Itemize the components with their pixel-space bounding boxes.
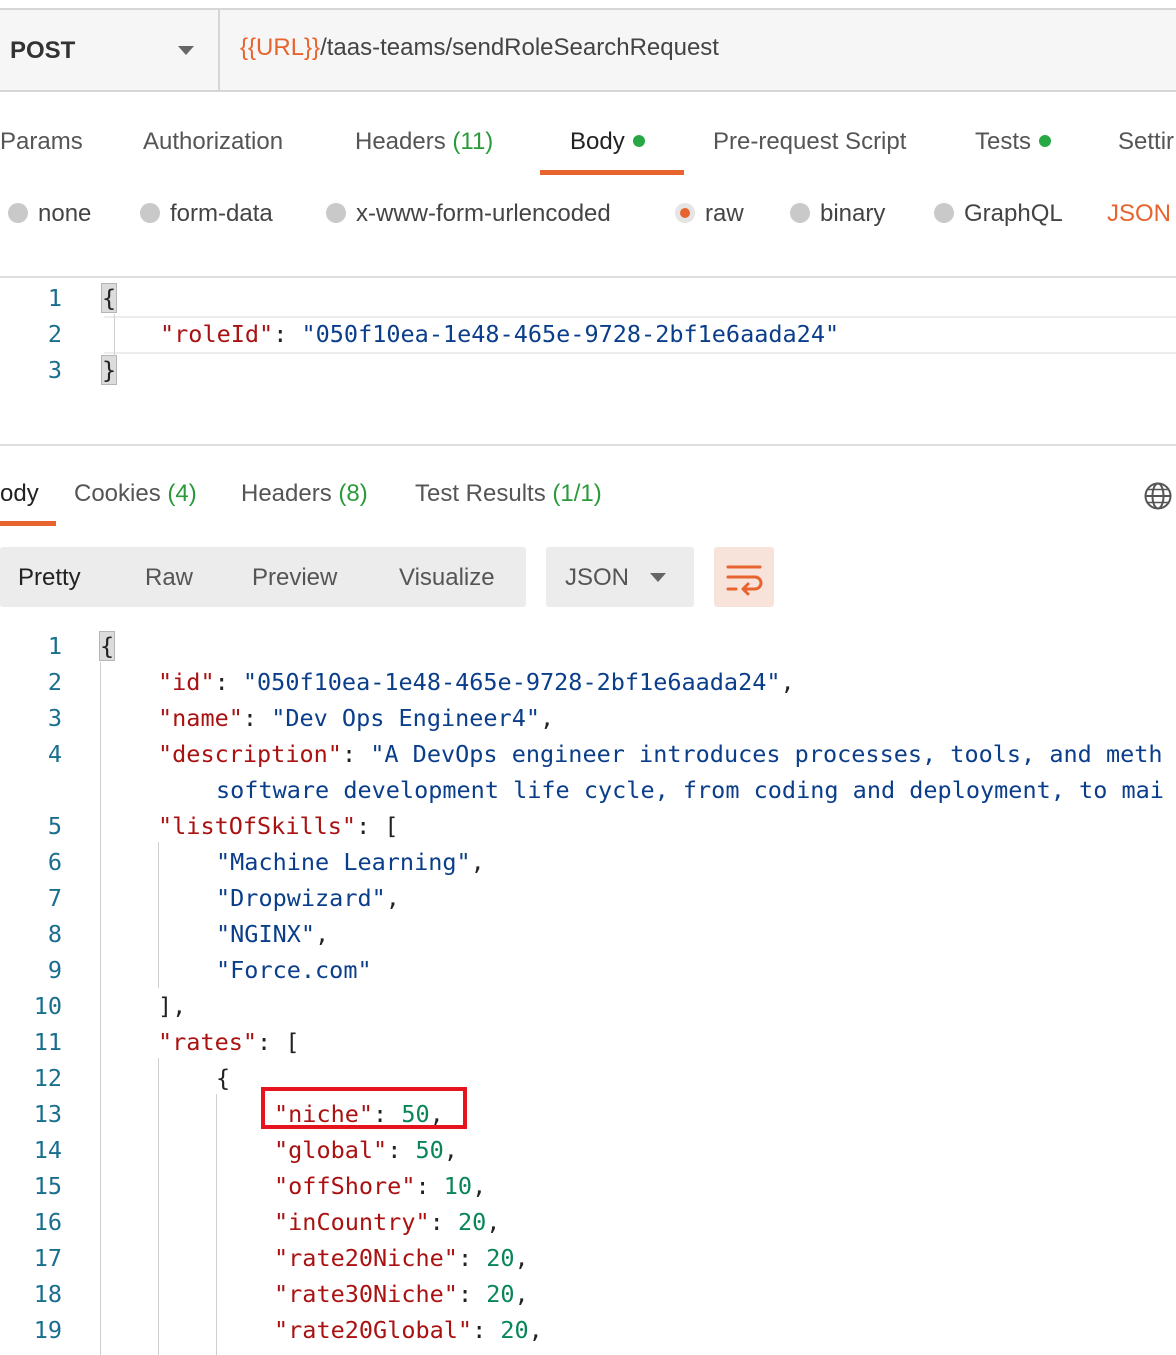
response-body-line: "rate20Global": 20, xyxy=(274,1316,543,1344)
view-pretty-button[interactable]: Pretty xyxy=(18,564,81,592)
response-body-line: "rate30Niche": 20, xyxy=(274,1280,529,1308)
radio-icon xyxy=(934,202,954,223)
divider xyxy=(0,276,1176,278)
tab-body[interactable]: Body xyxy=(570,128,645,156)
line-number: 11 xyxy=(33,1028,62,1056)
wrap-icon xyxy=(726,565,763,596)
chevron-down-icon xyxy=(178,46,194,55)
line-number: 3 xyxy=(47,356,62,384)
line-number: 5 xyxy=(47,812,62,840)
response-tab-headers[interactable]: Headers (8) xyxy=(241,480,368,508)
line-number: 9 xyxy=(47,956,62,984)
request-body-line: } xyxy=(100,355,118,385)
radio-none[interactable]: none xyxy=(8,200,91,228)
response-body-line: { xyxy=(216,1064,231,1092)
language-select[interactable]: JSON xyxy=(1107,200,1171,228)
response-body-line: "inCountry": 20, xyxy=(274,1208,501,1236)
line-number: 12 xyxy=(33,1064,62,1092)
request-body-editor[interactable]: { xyxy=(100,283,118,313)
tab-params[interactable]: Params xyxy=(0,128,83,156)
response-body-line: "Dropwizard", xyxy=(216,884,400,912)
indent-guide xyxy=(158,1058,159,1355)
tab-tests[interactable]: Tests xyxy=(975,128,1052,156)
status-dot xyxy=(632,134,645,147)
radio-urlencoded[interactable]: x-www-form-urlencoded xyxy=(326,200,611,228)
line-number: 10 xyxy=(33,992,62,1020)
line-number: 13 xyxy=(33,1100,62,1128)
line-number: 16 xyxy=(33,1208,62,1236)
tab-settings[interactable]: Settir xyxy=(1118,128,1174,156)
radio-raw[interactable]: raw xyxy=(675,200,744,228)
active-tab-indicator xyxy=(0,521,56,526)
response-body-line: ], xyxy=(158,992,187,1020)
line-number: 19 xyxy=(33,1316,62,1344)
format-select[interactable]: JSON xyxy=(546,547,694,607)
response-body-line: "Force.com" xyxy=(216,956,372,984)
radio-icon xyxy=(8,202,28,223)
active-tab-indicator xyxy=(540,170,684,175)
response-body-line: { xyxy=(98,631,116,661)
radio-icon xyxy=(790,202,810,223)
line-number: 1 xyxy=(47,284,62,312)
chevron-down-icon xyxy=(650,573,666,582)
status-dot xyxy=(1039,134,1052,147)
indent-guide xyxy=(158,842,159,988)
line-number: 17 xyxy=(33,1244,62,1272)
indent-guide xyxy=(114,314,115,356)
response-tab-cookies[interactable]: Cookies (4) xyxy=(74,480,197,508)
tab-authorization[interactable]: Authorization xyxy=(143,128,283,156)
radio-graphql[interactable]: GraphQL xyxy=(934,200,1063,228)
indent-guide xyxy=(100,662,101,1355)
view-preview-button[interactable]: Preview xyxy=(252,564,337,592)
response-body-line: software development life cycle, from co… xyxy=(216,776,1164,804)
response-body-line: "rate20Niche": 20, xyxy=(274,1244,529,1272)
divider xyxy=(0,444,1176,446)
radio-icon xyxy=(140,202,160,223)
globe-icon[interactable] xyxy=(1143,481,1173,511)
response-body-line: "name": "Dev Ops Engineer4", xyxy=(158,704,555,732)
url-input[interactable]: {{URL}}/taas-teams/sendRoleSearchRequest xyxy=(240,34,719,62)
indent-guide xyxy=(216,1094,217,1355)
response-body-line: "rates": [ xyxy=(158,1028,300,1056)
response-body-line: "offShore": 10, xyxy=(274,1172,487,1200)
response-body-line: "listOfSkills": [ xyxy=(158,812,399,840)
response-tab-body[interactable]: ody xyxy=(0,480,39,508)
response-body-line: "description": "A DevOps engineer introd… xyxy=(158,740,1163,768)
format-label: JSON xyxy=(565,564,630,591)
line-number: 1 xyxy=(47,632,62,660)
line-number: 18 xyxy=(33,1280,62,1308)
response-body-line: "id": "050f10ea-1e48-465e-9728-2bf1e6aad… xyxy=(158,668,795,696)
response-body-line: "Machine Learning", xyxy=(216,848,485,876)
request-body-line: "roleId": "050f10ea-1e48-465e-9728-2bf1e… xyxy=(160,320,840,348)
line-number: 2 xyxy=(47,320,62,348)
line-number: 6 xyxy=(47,848,62,876)
url-path: /taas-teams/sendRoleSearchRequest xyxy=(320,34,719,61)
annotation-highlight-box xyxy=(261,1087,467,1129)
line-number: 15 xyxy=(33,1172,62,1200)
line-number: 14 xyxy=(33,1136,62,1164)
line-number: 3 xyxy=(47,704,62,732)
radio-icon xyxy=(326,202,346,223)
radio-form-data[interactable]: form-data xyxy=(140,200,273,228)
line-number: 7 xyxy=(47,884,62,912)
tab-prerequest-script[interactable]: Pre-request Script xyxy=(713,128,906,156)
method-label: POST xyxy=(10,37,76,64)
wrap-lines-button[interactable] xyxy=(714,547,774,607)
request-bar: POST {{URL}}/taas-teams/sendRoleSearchRe… xyxy=(0,8,1176,92)
headers-count: (11) xyxy=(452,128,494,155)
response-body-line: "NGINX", xyxy=(216,920,330,948)
line-number: 4 xyxy=(47,740,62,768)
radio-selected-icon xyxy=(675,202,695,223)
url-variable: {{URL}} xyxy=(240,34,321,61)
tab-headers[interactable]: Headers (11) xyxy=(355,128,493,156)
view-raw-button[interactable]: Raw xyxy=(145,564,193,592)
method-select[interactable]: POST xyxy=(0,10,220,90)
response-tab-test-results[interactable]: Test Results (1/1) xyxy=(415,480,602,508)
radio-binary[interactable]: binary xyxy=(790,200,885,228)
line-number: 2 xyxy=(47,668,62,696)
response-body-line: "global": 50, xyxy=(274,1136,458,1164)
line-number: 8 xyxy=(47,920,62,948)
view-visualize-button[interactable]: Visualize xyxy=(399,564,495,592)
